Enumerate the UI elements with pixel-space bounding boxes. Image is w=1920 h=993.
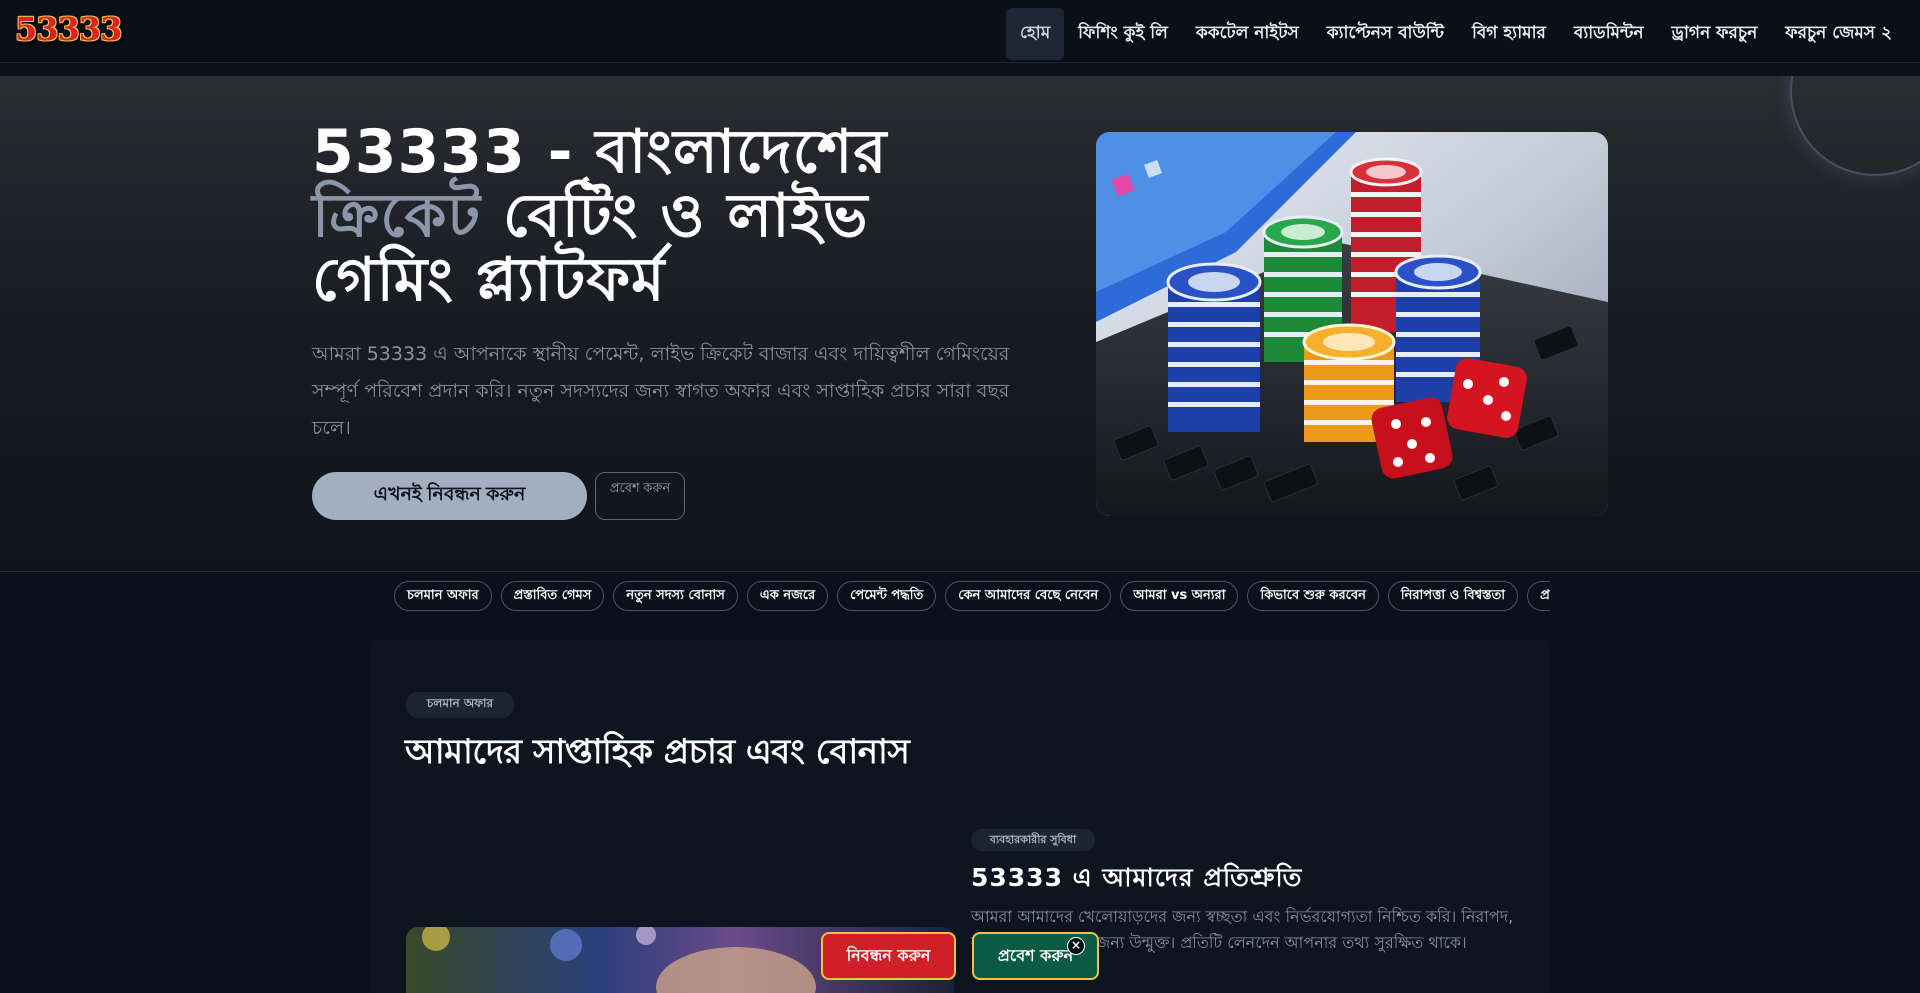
promise-badge: ব্যবহারকারীর সুবিধা xyxy=(971,829,1095,851)
tab-current-offers[interactable]: চলমান অফার xyxy=(394,581,492,611)
hero-title: 53333 - বাংলাদেশের ক্রিকেট বেটিং ও লাইভ … xyxy=(312,120,1032,312)
casino-chips-image xyxy=(1096,132,1608,516)
section-tabs: চলমান অফার প্রস্তাবিত গেমস নতুন সদস্য বো… xyxy=(394,581,1550,611)
tab-new-member-bonus[interactable]: নতুন সদস্য বোনাস xyxy=(613,581,738,611)
tab-payment-methods[interactable]: পেমেন্ট পদ্ধতি xyxy=(837,581,937,611)
main-nav: হোম ফিশিং কুই লি ককটেল নাইটস ক্যাপ্টেনস … xyxy=(1005,8,1906,60)
site-logo[interactable]: 53333 xyxy=(15,10,122,48)
tab-recommended-games[interactable]: প্রস্তাবিত গেমস xyxy=(500,581,605,611)
promise-title: 53333 এ আমাদের প্রতিশ্রুতি xyxy=(971,863,1303,892)
hero-title-part1: 53333 - বাংলাদেশের xyxy=(312,117,888,187)
hero-description: আমরা 53333 এ আপনাকে স্থানীয় পেমেন্ট, লা… xyxy=(312,343,1010,439)
close-icon[interactable]: × xyxy=(1067,937,1085,955)
tab-why-choose-us[interactable]: কেন আমাদের বেছে নেবেন xyxy=(945,581,1112,611)
site-header: 53333 হোম ফিশিং কুই লি ককটেল নাইটস ক্যাপ… xyxy=(0,0,1920,63)
nav-item-cocktail-nights[interactable]: ককটেল নাইটস xyxy=(1182,8,1313,60)
hero-title-highlight: ক্রিকেট xyxy=(312,181,482,251)
sticky-cta-bar: নিবন্ধন করুন প্রবেশ করুন × xyxy=(821,929,1099,985)
tab-how-to-start[interactable]: কিভাবে শুরু করবেন xyxy=(1247,581,1379,611)
nav-item-fortune-gems-2[interactable]: ফরচুন জেমস ২ xyxy=(1771,8,1906,60)
hero-section: 53333 - বাংলাদেশের ক্রিকেট বেটিং ও লাইভ … xyxy=(0,76,1920,572)
nav-item-fishing[interactable]: ফিশিং কুই লি xyxy=(1064,8,1182,60)
section-badge: চলমান অফার xyxy=(406,692,514,718)
tab-truncated[interactable]: প্র xyxy=(1527,581,1550,611)
nav-item-home[interactable]: হোম xyxy=(1005,8,1065,60)
nav-item-badminton[interactable]: ব্যাডমিন্টন xyxy=(1560,8,1658,60)
decorative-ring xyxy=(1790,76,1920,176)
login-button[interactable]: প্রবেশ করুন xyxy=(595,472,685,520)
nav-item-big-hammer[interactable]: বিগ হ্যামার xyxy=(1458,8,1560,60)
tab-security-trust[interactable]: নিরাপত্তা ও বিশ্বস্ততা xyxy=(1387,581,1519,611)
register-now-button[interactable]: এখনই নিবন্ধন করুন xyxy=(312,472,587,520)
section-title: আমাদের সাপ্তাহিক প্রচার এবং বোনাস xyxy=(405,732,910,772)
tab-at-a-glance[interactable]: এক নজরে xyxy=(746,581,829,611)
sticky-register-button[interactable]: নিবন্ধন করুন xyxy=(821,932,956,980)
nav-item-captains-bounty[interactable]: ক্যাপ্টেনস বাউন্টি xyxy=(1313,8,1458,60)
nav-item-dragon-fortune[interactable]: ড্রাগন ফরচুন xyxy=(1658,8,1772,60)
tab-us-vs-others[interactable]: আমরা vs অন্যরা xyxy=(1120,581,1239,611)
